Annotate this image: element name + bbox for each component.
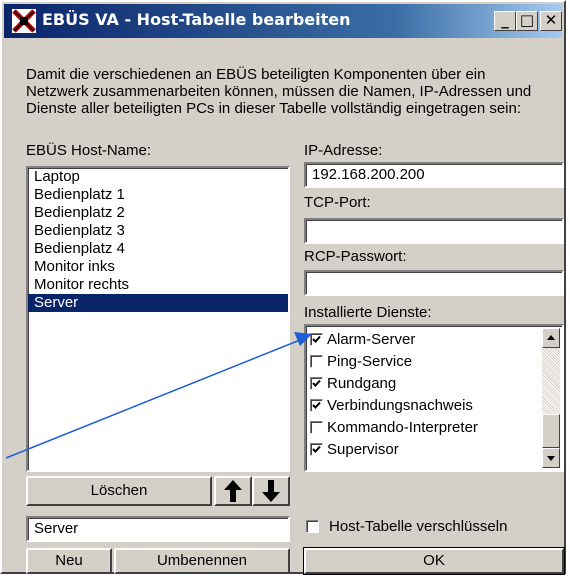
service-label: Verbindungsnachweis <box>327 396 473 414</box>
service-item[interactable]: Verbindungsnachweis <box>310 394 473 416</box>
close-button[interactable]: ✕ <box>540 11 562 31</box>
ok-button[interactable]: OK <box>303 547 565 575</box>
ip-input[interactable]: 192.168.200.200 <box>304 162 564 188</box>
list-item[interactable]: Bedienplatz 1 <box>28 186 288 204</box>
service-checkbox[interactable] <box>310 332 323 346</box>
app-icon <box>12 9 36 33</box>
dialog-window: EBÜS VA - Host-Tabelle bearbeiten _ □ ✕ … <box>0 0 566 575</box>
title-bar[interactable]: EBÜS VA - Host-Tabelle bearbeiten _ □ ✕ <box>4 4 562 38</box>
scroll-up-button[interactable] <box>542 328 560 348</box>
scroll-down-icon <box>547 456 555 461</box>
ok-button-label: OK <box>423 552 445 569</box>
host-list[interactable]: Laptop Bedienplatz 1 Bedienplatz 2 Bedie… <box>26 166 290 472</box>
list-item[interactable]: Laptop <box>28 168 288 186</box>
tcp-port-input[interactable] <box>304 218 564 244</box>
encrypt-label: Host-Tabelle verschlüsseln <box>329 518 508 535</box>
service-item[interactable]: Kommando-Interpreter <box>310 416 478 438</box>
checkmark-icon <box>312 401 321 409</box>
intro-line: Dienste aller beteiligten PCs in dieser … <box>26 100 522 117</box>
scroll-down-button[interactable] <box>542 448 560 468</box>
scroll-up-icon <box>547 335 555 340</box>
delete-button-label: Löschen <box>90 482 148 499</box>
list-item[interactable]: Bedienplatz 4 <box>28 240 288 258</box>
services-list[interactable]: Alarm-Server Ping-Service Rundgang Verbi… <box>304 324 564 472</box>
checkmark-icon <box>312 379 321 387</box>
intro-line: Damit die verschiedenen an EBÜS beteilig… <box>26 66 486 83</box>
rename-button[interactable]: Umbenennen <box>114 548 290 574</box>
host-name-input[interactable]: Server <box>26 516 290 542</box>
service-checkbox[interactable] <box>310 354 323 368</box>
new-button-label: Neu <box>55 552 83 569</box>
service-label: Supervisor <box>327 440 399 458</box>
maximize-button[interactable]: □ <box>516 11 538 31</box>
scroll-thumb[interactable] <box>542 414 560 448</box>
ip-label: IP-Adresse: <box>304 142 383 159</box>
tcp-port-label: TCP-Port: <box>304 194 371 211</box>
window-title: EBÜS VA - Host-Tabelle bearbeiten <box>42 10 351 29</box>
delete-button[interactable]: Löschen <box>26 476 212 506</box>
new-button[interactable]: Neu <box>26 548 112 574</box>
service-item[interactable]: Ping-Service <box>310 350 412 372</box>
list-item[interactable]: Bedienplatz 3 <box>28 222 288 240</box>
rcp-password-input[interactable] <box>304 270 564 296</box>
service-checkbox[interactable] <box>310 420 323 434</box>
service-label: Ping-Service <box>327 352 413 370</box>
encrypt-checkbox[interactable] <box>306 520 319 533</box>
list-item[interactable]: Monitor inks <box>28 258 288 276</box>
checkmark-icon <box>312 335 321 343</box>
service-label: Kommando-Interpreter <box>327 418 478 436</box>
service-item[interactable]: Supervisor <box>310 438 399 460</box>
service-item[interactable]: Rundgang <box>310 372 396 394</box>
service-checkbox[interactable] <box>310 398 323 412</box>
services-label: Installierte Dienste: <box>304 304 432 321</box>
maximize-icon: □ <box>519 11 535 29</box>
service-item[interactable]: Alarm-Server <box>310 328 415 350</box>
move-up-button[interactable] <box>214 476 252 506</box>
list-item[interactable]: Monitor rechts <box>28 276 288 294</box>
service-checkbox[interactable] <box>310 442 323 456</box>
move-down-button[interactable] <box>252 476 290 506</box>
close-icon: ✕ <box>544 11 558 29</box>
service-label: Rundgang <box>327 374 397 392</box>
arrow-up-icon <box>224 480 242 502</box>
minimize-button[interactable]: _ <box>494 11 516 31</box>
list-item[interactable]: Bedienplatz 2 <box>28 204 288 222</box>
arrow-down-icon <box>262 480 280 502</box>
minimize-icon: _ <box>501 11 509 29</box>
rcp-password-label: RCP-Passwort: <box>304 248 407 265</box>
host-name-label: EBÜS Host-Name: <box>26 142 152 159</box>
intro-text: Damit die verschiedenen an EBÜS beteilig… <box>26 66 556 117</box>
service-checkbox[interactable] <box>310 376 323 390</box>
encrypt-option[interactable]: Host-Tabelle verschlüsseln <box>306 518 507 535</box>
checkmark-icon <box>312 445 321 453</box>
list-item-selected[interactable]: Server <box>28 294 288 312</box>
service-label: Alarm-Server <box>327 330 416 348</box>
rename-button-label: Umbenennen <box>156 552 248 569</box>
services-scrollbar[interactable] <box>542 328 560 468</box>
intro-line: Netzwerk zusammenarbeiten können, müssen… <box>26 83 532 100</box>
